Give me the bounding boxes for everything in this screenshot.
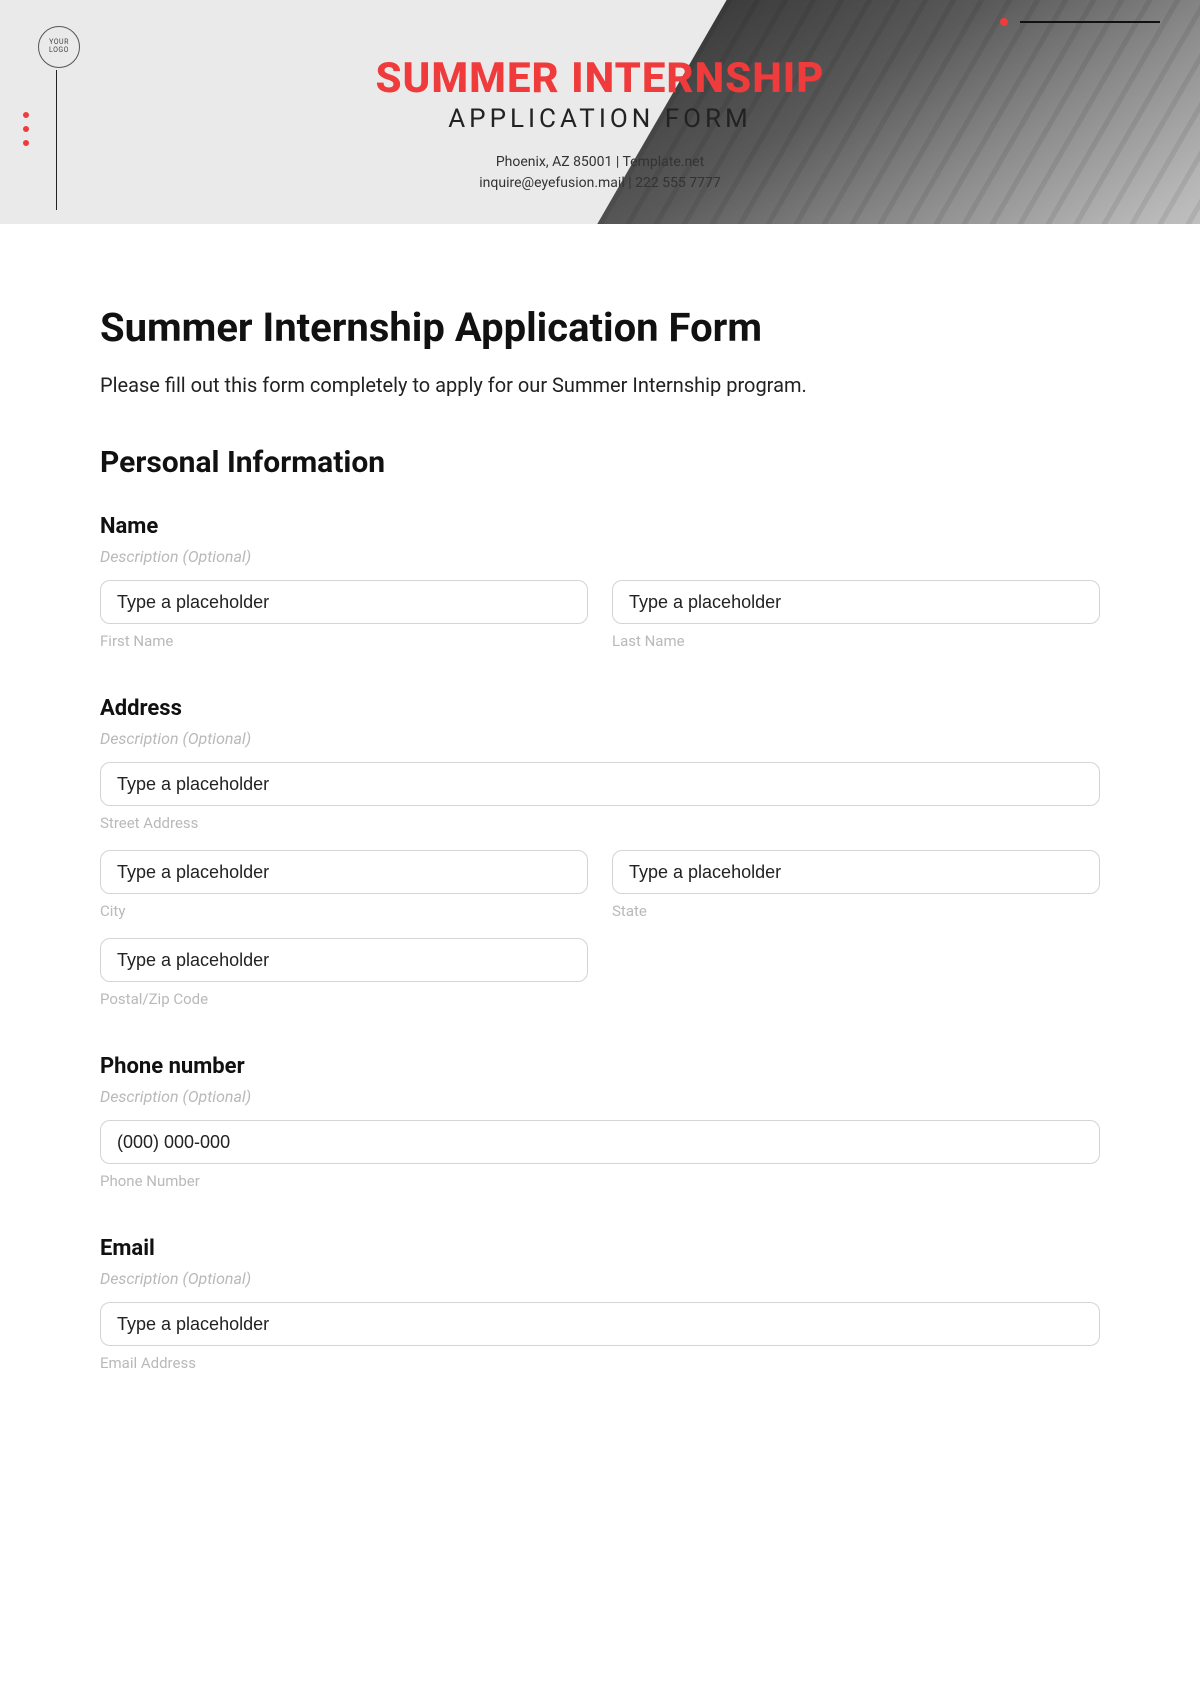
email-input[interactable]	[100, 1302, 1100, 1346]
form-page: Summer Internship Application Form Pleas…	[0, 224, 1200, 1418]
desc-email: Description (Optional)	[100, 1269, 1100, 1288]
last-name-input[interactable]	[612, 580, 1100, 624]
page-intro: Please fill out this form completely to …	[100, 373, 1100, 397]
hero-subtitle: APPLICATION FORM	[0, 104, 1200, 134]
field-address: Address Description (Optional) Street Ad…	[100, 696, 1100, 1008]
page-title: Summer Internship Application Form	[100, 304, 1100, 351]
street-address-input[interactable]	[100, 762, 1100, 806]
field-phone: Phone number Description (Optional) Phon…	[100, 1054, 1100, 1190]
phone-input[interactable]	[100, 1120, 1100, 1164]
sublabel-last-name: Last Name	[612, 632, 1100, 650]
zip-input[interactable]	[100, 938, 588, 982]
hero-meta: Phoenix, AZ 85001 | Template.net inquire…	[0, 152, 1200, 194]
hero-banner: YOUR LOGO SUMMER INTERNSHIP APPLICATION …	[0, 0, 1200, 224]
sublabel-first-name: First Name	[100, 632, 588, 650]
city-input[interactable]	[100, 850, 588, 894]
sublabel-email: Email Address	[100, 1354, 1100, 1372]
sublabel-zip: Postal/Zip Code	[100, 990, 588, 1008]
section-heading-personal: Personal Information	[100, 445, 1100, 480]
desc-address: Description (Optional)	[100, 729, 1100, 748]
label-name: Name	[100, 514, 1100, 539]
state-input[interactable]	[612, 850, 1100, 894]
sublabel-state: State	[612, 902, 1100, 920]
sublabel-street: Street Address	[100, 814, 1100, 832]
first-name-input[interactable]	[100, 580, 588, 624]
sublabel-city: City	[100, 902, 588, 920]
field-email: Email Description (Optional) Email Addre…	[100, 1236, 1100, 1372]
hero-title: SUMMER INTERNSHIP	[0, 54, 1200, 103]
field-name: Name Description (Optional) First Name L…	[100, 514, 1100, 650]
label-phone: Phone number	[100, 1054, 1100, 1079]
desc-phone: Description (Optional)	[100, 1087, 1100, 1106]
sublabel-phone: Phone Number	[100, 1172, 1100, 1190]
top-accent	[1000, 18, 1160, 26]
desc-name: Description (Optional)	[100, 547, 1100, 566]
label-address: Address	[100, 696, 1100, 721]
label-email: Email	[100, 1236, 1100, 1261]
